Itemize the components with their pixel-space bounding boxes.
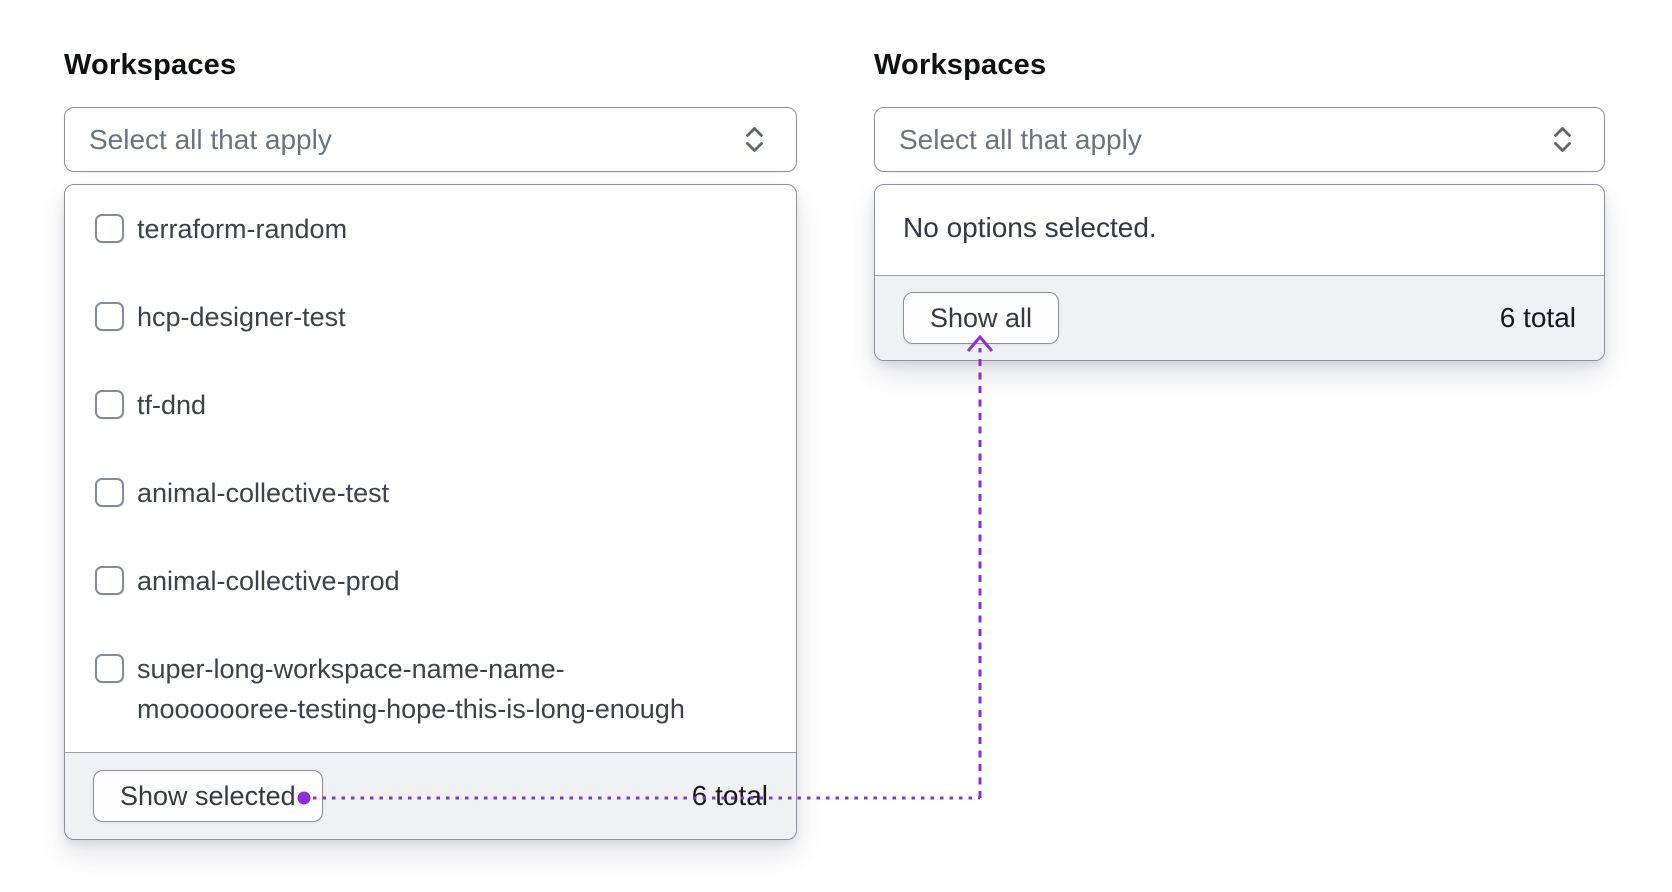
- option-label: terraform-random: [137, 214, 348, 244]
- option-label: hcp-designer-test: [137, 302, 346, 332]
- show-selected-button[interactable]: Show selected: [93, 770, 323, 822]
- workspaces-label: Workspaces: [874, 49, 1047, 81]
- empty-message: No options selected.: [903, 212, 1157, 243]
- option-label: animal-collective-test: [137, 478, 390, 508]
- option-row[interactable]: animal-collective-test: [95, 473, 768, 513]
- option-row[interactable]: super-long-workspace-name-name- moooooor…: [95, 649, 768, 729]
- workspaces-select[interactable]: Select all that apply: [874, 107, 1605, 172]
- option-row[interactable]: terraform-random: [95, 209, 768, 249]
- chevrons-up-down-icon: [1554, 127, 1571, 152]
- workspaces-multiselect-open: Workspaces Select all that apply terrafo…: [64, 48, 797, 840]
- option-checkbox[interactable]: [95, 214, 124, 243]
- show-all-button[interactable]: Show all: [903, 292, 1060, 344]
- option-label: animal-collective-prod: [137, 566, 400, 596]
- option-label: tf-dnd: [137, 390, 207, 420]
- option-checkbox[interactable]: [95, 302, 124, 331]
- options-panel-footer: Show selected 6 total: [65, 752, 796, 839]
- total-count: 6 total: [691, 780, 768, 811]
- select-placeholder: Select all that apply: [899, 123, 1142, 155]
- options-panel: terraform-random hcp-designer-test tf-dn…: [64, 184, 797, 840]
- option-row[interactable]: hcp-designer-test: [95, 297, 768, 337]
- chevrons-up-down-icon: [746, 127, 763, 152]
- option-checkbox[interactable]: [95, 654, 124, 683]
- workspaces-multiselect-empty: Workspaces Select all that apply No opti…: [874, 48, 1605, 361]
- total-count: 6 total: [1499, 302, 1576, 333]
- option-label: super-long-workspace-name-name- moooooor…: [137, 654, 685, 724]
- selected-panel: No options selected. Show all 6 total: [874, 184, 1605, 361]
- page: Workspaces Select all that apply terrafo…: [0, 0, 1672, 892]
- option-checkbox[interactable]: [95, 390, 124, 419]
- options-list: terraform-random hcp-designer-test tf-dn…: [65, 185, 796, 752]
- workspaces-label: Workspaces: [64, 49, 237, 81]
- option-row[interactable]: animal-collective-prod: [95, 561, 768, 601]
- select-placeholder: Select all that apply: [89, 123, 332, 155]
- workspaces-select[interactable]: Select all that apply: [64, 107, 797, 172]
- selected-panel-footer: Show all 6 total: [875, 275, 1604, 360]
- option-checkbox[interactable]: [95, 478, 124, 507]
- option-checkbox[interactable]: [95, 566, 124, 595]
- option-row[interactable]: tf-dnd: [95, 385, 768, 425]
